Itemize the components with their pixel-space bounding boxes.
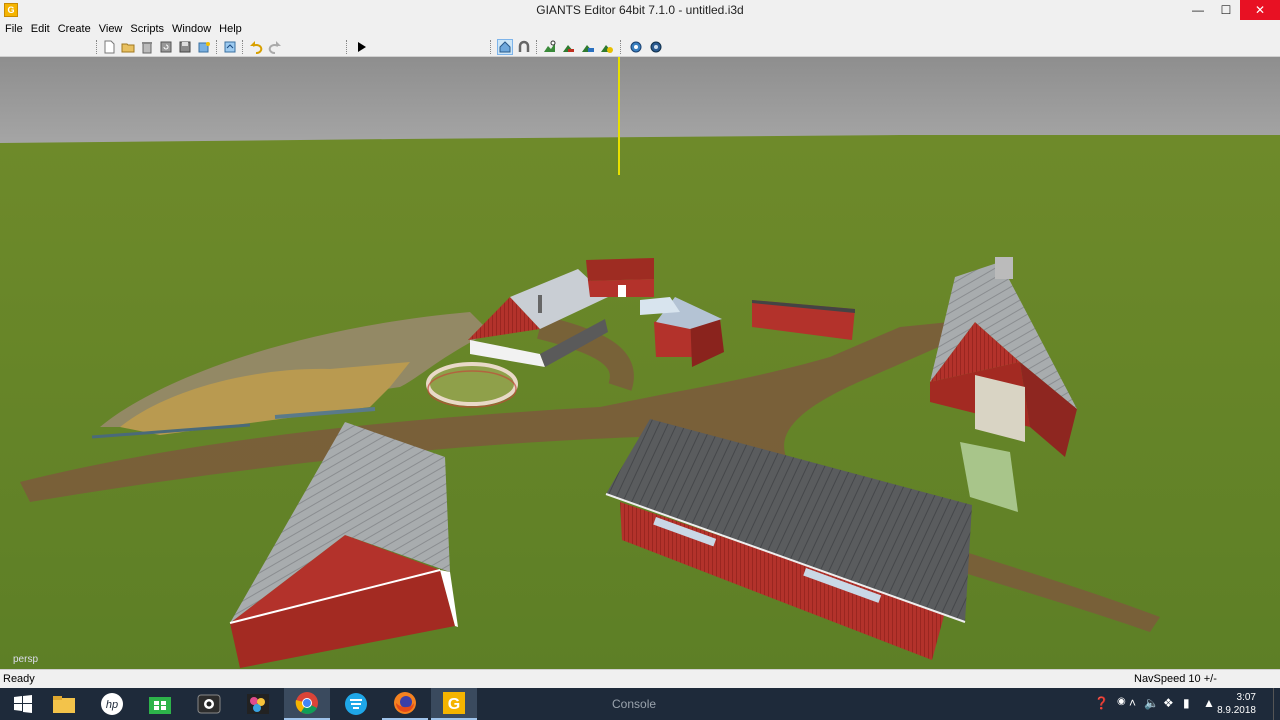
place-object-icon[interactable] — [599, 39, 615, 55]
network-icon[interactable]: ◉ — [1117, 696, 1126, 707]
maximize-button[interactable]: ☐ — [1212, 0, 1240, 20]
clock-time: 3:07 — [1236, 692, 1256, 703]
local-settings-icon[interactable] — [648, 39, 664, 55]
chrome-icon[interactable] — [284, 688, 330, 720]
clock-date: 8.9.2018 — [1217, 705, 1256, 716]
svg-text:hp: hp — [106, 699, 118, 711]
store-icon[interactable] — [137, 688, 183, 720]
help-icon[interactable]: ❓ — [1094, 696, 1109, 710]
toolbar-grip[interactable] — [490, 40, 493, 54]
3d-viewport[interactable]: persp — [0, 57, 1280, 669]
open-file-icon[interactable] — [120, 39, 136, 55]
volume-icon[interactable]: 🔈 — [1144, 696, 1159, 710]
window-title: GIANTS Editor 64bit 7.1.0 - untitled.i3d — [536, 3, 744, 17]
status-bar: Ready NavSpeed 10 +/- — [0, 669, 1280, 688]
giants-app-icon[interactable]: G — [4, 3, 18, 17]
menu-view[interactable]: View — [95, 23, 127, 35]
toolbar-grip[interactable] — [96, 40, 99, 54]
save-icon[interactable] — [177, 39, 193, 55]
menu-bar: File Edit Create View Scripts Window Hel… — [0, 20, 1280, 37]
dropbox-icon[interactable]: ❖ — [1163, 696, 1174, 710]
sculpt-terrain-icon[interactable] — [561, 39, 577, 55]
navspeed-readout: NavSpeed 10 +/- — [1134, 673, 1217, 685]
firefox-icon[interactable] — [382, 688, 428, 720]
hp-icon[interactable]: hp — [89, 688, 135, 720]
delete-icon[interactable] — [139, 39, 155, 55]
camera-label: persp — [13, 654, 39, 665]
toolbar-grip[interactable] — [216, 40, 219, 54]
battery-icon[interactable]: ▮ — [1183, 696, 1190, 710]
magnet-icon[interactable] — [516, 39, 532, 55]
undo-icon[interactable] — [248, 39, 264, 55]
new-file-icon[interactable] — [101, 39, 117, 55]
menu-scripts[interactable]: Scripts — [126, 23, 168, 35]
toolbar-grip[interactable] — [536, 40, 539, 54]
redo-icon[interactable] — [267, 39, 283, 55]
minimize-button[interactable]: — — [1184, 0, 1212, 20]
sky — [0, 57, 1280, 147]
toolbar-grip[interactable] — [620, 40, 623, 54]
toolbar — [0, 37, 1280, 57]
camera-icon[interactable] — [186, 688, 232, 720]
menu-edit[interactable]: Edit — [27, 23, 54, 35]
reload-icon[interactable] — [158, 39, 174, 55]
paint-terrain-icon[interactable] — [542, 39, 558, 55]
signal-icon[interactable]: ▲ — [1203, 696, 1215, 710]
play-icon[interactable] — [353, 39, 369, 55]
toolbar-grip[interactable] — [242, 40, 245, 54]
round-pen — [426, 362, 518, 406]
title-bar: G GIANTS Editor 64bit 7.1.0 - untitled.i… — [0, 0, 1280, 20]
start-icon[interactable] — [0, 688, 46, 720]
photos-icon[interactable] — [235, 688, 281, 720]
menu-window[interactable]: Window — [168, 23, 215, 35]
giants-editor-icon[interactable]: G — [431, 688, 477, 720]
scene-render — [0, 57, 1280, 669]
global-settings-icon[interactable] — [628, 39, 644, 55]
menu-create[interactable]: Create — [54, 23, 95, 35]
close-button[interactable]: ✕ — [1240, 0, 1280, 20]
paint-foliage-icon[interactable] — [580, 39, 596, 55]
menu-help[interactable]: Help — [215, 23, 246, 35]
taskbar: hp G Console ❓ ◉ ˄ 🔈 ❖ ▮ ▲ 3:07 8.9.2018 — [0, 688, 1280, 720]
status-text: Ready — [3, 673, 35, 685]
clock[interactable]: 3:07 8.9.2018 — [1217, 691, 1256, 717]
menu-file[interactable]: File — [0, 23, 27, 35]
svg-text:G: G — [448, 696, 460, 713]
import-icon[interactable] — [222, 39, 238, 55]
save-as-icon[interactable] — [196, 39, 212, 55]
file-explorer-icon[interactable] — [41, 688, 87, 720]
red-house-wall — [586, 258, 654, 281]
vpn-icon[interactable] — [333, 688, 379, 720]
show-hidden-icons[interactable]: ˄ — [1129, 696, 1136, 710]
console-label[interactable]: Console — [612, 697, 656, 711]
show-desktop-button[interactable] — [1273, 688, 1280, 720]
select-mode-icon[interactable] — [497, 39, 513, 55]
toolbar-grip[interactable] — [346, 40, 349, 54]
